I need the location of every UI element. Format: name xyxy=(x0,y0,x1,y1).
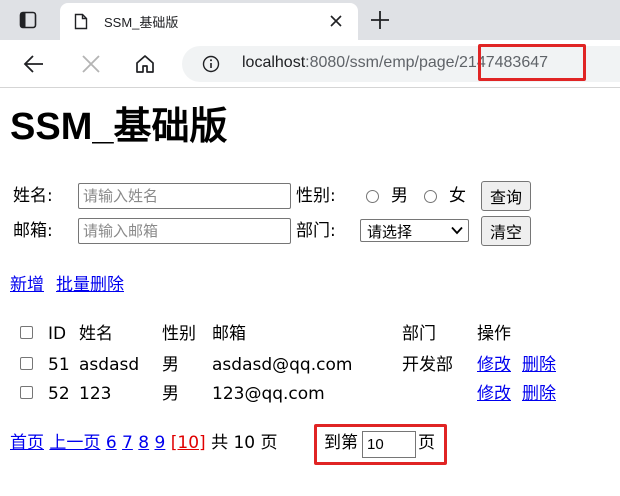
row-email: 123@qq.com xyxy=(212,384,325,404)
tab-title: SSM_基础版 xyxy=(104,15,179,30)
row-checkbox[interactable] xyxy=(20,357,33,370)
column-header-actions: 操作 xyxy=(477,324,511,344)
page-link-7[interactable]: 7 xyxy=(122,433,133,453)
email-label: 邮箱: xyxy=(13,221,53,241)
column-header-name: 姓名 xyxy=(79,324,113,344)
row-department: 开发部 xyxy=(402,355,453,375)
column-header-id: ID xyxy=(48,324,67,344)
gender-label: 性别: xyxy=(296,186,336,206)
row-email: asdasd@qq.com xyxy=(212,355,353,375)
row-name: asdasd xyxy=(79,355,140,375)
row-id: 51 xyxy=(48,355,70,375)
total-pages-text: 共 10 页 xyxy=(211,433,278,453)
url-path: :8080/ssm/emp/page/ xyxy=(305,54,460,71)
home-icon[interactable] xyxy=(133,52,157,76)
row-edit-link[interactable]: 修改 xyxy=(477,354,511,376)
gender-female-radio[interactable] xyxy=(424,190,437,203)
prev-page-link[interactable]: 上一页 xyxy=(49,433,100,453)
name-input[interactable] xyxy=(78,183,291,209)
select-all-checkbox[interactable] xyxy=(20,326,33,339)
row-checkbox[interactable] xyxy=(20,386,33,399)
add-employee-link[interactable]: 新增 xyxy=(10,274,44,296)
tab-actions-icon xyxy=(19,11,37,29)
batch-delete-link[interactable]: 批量删除 xyxy=(56,274,124,296)
email-input[interactable] xyxy=(78,218,291,244)
url-highlight-box xyxy=(478,44,586,81)
page-link-8[interactable]: 8 xyxy=(138,433,149,453)
pagination: 首页 上一页 6 7 8 9 [10] 共 10 页 xyxy=(10,432,278,454)
name-label: 姓名: xyxy=(13,186,53,206)
department-selected-value: 请选择 xyxy=(367,223,413,241)
stop-loading-icon[interactable] xyxy=(79,52,103,76)
row-gender: 男 xyxy=(162,384,179,404)
url-host: localhost xyxy=(242,54,306,71)
column-header-gender: 性别 xyxy=(162,324,196,344)
goto-page-label: 到第 xyxy=(324,433,358,453)
page-favicon-icon xyxy=(74,13,88,30)
column-header-email: 邮箱 xyxy=(212,324,246,344)
back-arrow-icon[interactable] xyxy=(22,52,46,76)
row-id: 52 xyxy=(48,384,70,404)
browser-tab-active[interactable]: SSM_基础版 xyxy=(60,3,358,40)
query-button[interactable]: 查询 xyxy=(481,181,532,211)
clear-button[interactable]: 清空 xyxy=(481,216,532,246)
row-edit-link[interactable]: 修改 xyxy=(477,383,511,405)
page-link-6[interactable]: 6 xyxy=(106,433,117,453)
goto-page-suffix: 页 xyxy=(418,433,435,453)
close-tab-icon[interactable] xyxy=(328,13,344,29)
row-name: 123 xyxy=(79,384,112,404)
row-delete-link[interactable]: 删除 xyxy=(522,383,556,405)
department-label: 部门: xyxy=(296,221,336,241)
page-title: SSM_基础版 xyxy=(10,106,228,148)
gender-female-label: 女 xyxy=(449,186,466,206)
tab-actions-button[interactable] xyxy=(0,0,56,40)
gender-male-label: 男 xyxy=(391,186,408,206)
first-page-link[interactable]: 首页 xyxy=(10,433,44,453)
site-info-icon[interactable] xyxy=(202,55,220,73)
page-link-9[interactable]: 9 xyxy=(155,433,166,453)
new-tab-icon[interactable] xyxy=(368,8,392,32)
goto-page-input[interactable] xyxy=(362,431,416,458)
department-select[interactable]: 请选择 xyxy=(360,219,469,242)
chevron-down-icon xyxy=(451,226,463,235)
browser-tab-strip: SSM_基础版 xyxy=(0,0,620,40)
gender-male-radio[interactable] xyxy=(366,190,379,203)
column-header-department: 部门 xyxy=(402,324,436,344)
row-gender: 男 xyxy=(162,355,179,375)
row-delete-link[interactable]: 删除 xyxy=(522,354,556,376)
current-page-link[interactable]: [10] xyxy=(171,433,206,453)
